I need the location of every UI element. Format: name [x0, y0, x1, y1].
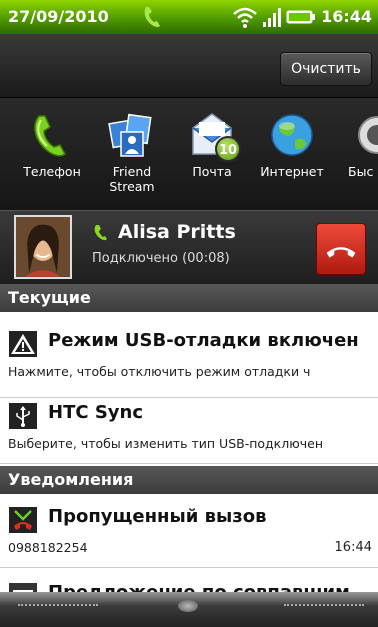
notification-usb-debugging[interactable]: Режим USB-отладки включен Нажмите, чтобы… — [0, 312, 378, 398]
wifi-icon — [233, 7, 257, 28]
signal-icon — [263, 8, 281, 27]
mail-icon: 10 — [187, 110, 241, 162]
end-call-button[interactable] — [316, 223, 366, 275]
notification-htc-sync[interactable]: HTC Sync Выберите, чтобы изменить тип US… — [0, 398, 378, 464]
app-label: Телефон — [23, 164, 81, 179]
missed-call-time: 16:44 — [334, 540, 372, 555]
quick-apps-strip[interactable]: Телефон Friend Stream 10 Почта Интернет … — [0, 98, 378, 210]
drawer-handle[interactable] — [0, 592, 378, 627]
partial-app-icon — [347, 110, 378, 160]
caller-name: Alisa Pritts — [118, 221, 236, 243]
phone-icon — [27, 110, 77, 160]
internet-icon — [267, 110, 317, 160]
section-header-current: Текущие — [0, 284, 378, 312]
app-phone[interactable]: Телефон — [12, 110, 92, 179]
missed-call-icon — [9, 507, 37, 533]
status-bar: 27/09/2010 16:44 — [0, 0, 378, 34]
grip-left — [18, 604, 98, 607]
status-time: 16:44 — [321, 7, 372, 26]
app-label: Friend Stream — [109, 164, 155, 194]
app-label: Почта — [192, 164, 232, 179]
notification-subtitle: Выберите, чтобы изменить тип USB-подключ… — [8, 436, 323, 451]
friend-stream-icon — [107, 110, 157, 160]
active-call-icon — [94, 225, 107, 241]
missed-call-number: 0988182254 — [8, 540, 88, 555]
mail-count-badge: 10 — [215, 136, 241, 162]
notification-missed-call[interactable]: Пропущенный вызов 0988182254 16:44 — [0, 494, 378, 568]
notification-subtitle: Нажмите, чтобы отключить режим отладки ч — [8, 364, 311, 379]
active-call-row[interactable]: Alisa Pritts Подключено (00:08) — [0, 210, 378, 284]
notification-title: HTC Sync — [48, 402, 144, 423]
status-date: 27/09/2010 — [8, 7, 109, 26]
grip-right — [284, 604, 364, 607]
notification-title: Режим USB-отладки включен — [48, 330, 359, 351]
battery-icon — [286, 10, 315, 24]
usb-icon — [9, 403, 37, 429]
caller-avatar — [14, 215, 72, 279]
section-header-notifications: Уведомления — [0, 466, 378, 494]
app-label: Интернет — [260, 164, 324, 179]
app-friend-stream[interactable]: Friend Stream — [92, 110, 172, 194]
notification-title: Пропущенный вызов — [48, 506, 267, 527]
call-status: Подключено (00:08) — [92, 251, 230, 266]
app-label: Быс по — [348, 164, 378, 179]
clear-button[interactable]: Очистить — [280, 52, 372, 86]
app-partial[interactable]: Быс по — [332, 110, 378, 179]
hang-up-icon — [326, 247, 356, 258]
warning-icon — [9, 331, 37, 357]
notification-header: Очистить — [0, 34, 378, 98]
drawer-knob — [178, 600, 198, 612]
active-call-icon — [144, 7, 160, 28]
app-internet[interactable]: Интернет — [252, 110, 332, 179]
app-mail[interactable]: 10 Почта — [172, 110, 252, 179]
